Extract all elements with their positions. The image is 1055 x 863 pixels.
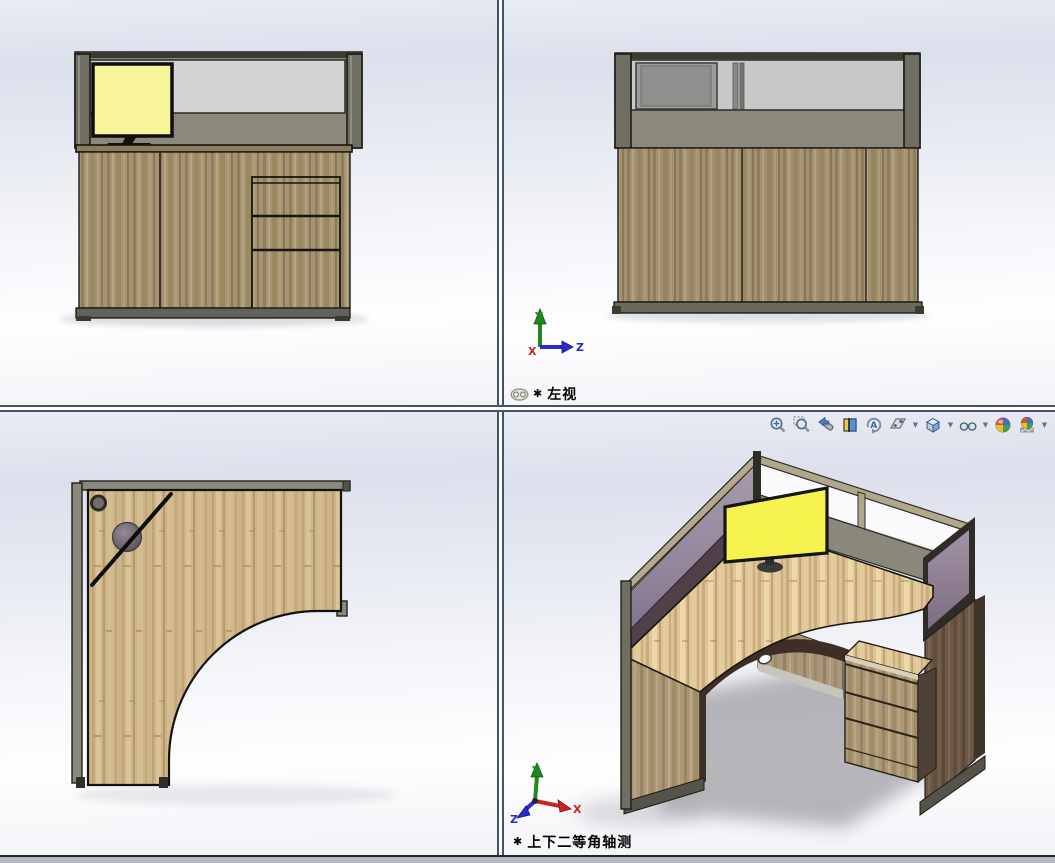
section-view-icon[interactable]: [839, 414, 861, 436]
top-view-drawing[interactable]: [0, 412, 497, 855]
desk-surface-edge[interactable]: [75, 144, 353, 153]
zoom-to-area-icon[interactable]: [791, 414, 813, 436]
isometric-view-drawing[interactable]: Y X Z: [504, 412, 1055, 855]
view-orientation-dropdown[interactable]: ▼: [911, 414, 920, 436]
pedestal-side: [917, 667, 937, 784]
side-view-drawing[interactable]: [0, 0, 497, 405]
coordinate-triad: Y X Z: [510, 761, 582, 826]
coordinate-triad: Y Z X: [528, 307, 584, 358]
base-rail[interactable]: [612, 301, 924, 314]
front-post: [620, 580, 632, 810]
rotate-view-icon[interactable]: A: [863, 414, 885, 436]
y-axis-label: Y: [531, 764, 541, 777]
viewport-label-left-view: ✱ 左视: [510, 384, 577, 404]
drawer-pedestal[interactable]: [844, 655, 937, 784]
floor-shadow: [75, 785, 395, 805]
viewport-divider-vertical[interactable]: [497, 0, 504, 855]
previous-view-icon[interactable]: [815, 414, 837, 436]
z-axis-label: Z: [576, 341, 584, 354]
left-view-drawing[interactable]: Y Z X: [504, 0, 1055, 405]
y-axis-label: Y: [534, 310, 544, 323]
x-axis-label: X: [573, 803, 582, 816]
x-axis-arrow: [557, 799, 572, 813]
cad-multi-viewport: Y Z X Y X Z ✱ 左视 ✱ 上下二等角轴测 A ▼ ▼ ▼ ▼: [0, 0, 1055, 863]
partition-post-left[interactable]: [74, 53, 91, 149]
apply-scene-dropdown[interactable]: ▼: [1040, 414, 1049, 436]
svg-text:A: A: [870, 421, 877, 431]
partition-post-right[interactable]: [346, 53, 363, 149]
hide-show-items-icon[interactable]: [957, 414, 979, 436]
z-axis-label: Z: [510, 813, 518, 826]
drawer-pedestal[interactable]: [251, 176, 341, 314]
partition-panel[interactable]: [614, 52, 921, 149]
hide-show-items-dropdown[interactable]: ▼: [981, 414, 990, 436]
viewport-label-isometric: ✱ 上下二等角轴测: [513, 832, 632, 852]
monitor-screen[interactable]: [91, 62, 174, 138]
display-style-icon[interactable]: [922, 414, 944, 436]
viewport-divider-horizontal[interactable]: [0, 405, 1055, 412]
view-name-text: 上下二等角轴测: [527, 835, 633, 851]
view-name-text: 左视: [547, 387, 578, 403]
x-axis-label: X: [528, 345, 537, 358]
lower-wood-panel[interactable]: [617, 147, 919, 303]
window-bottom-edge: [0, 855, 1055, 863]
frame-foot-right: [159, 777, 168, 788]
view-orientation-icon[interactable]: [887, 414, 909, 436]
monitor-stand-pole: [732, 62, 739, 110]
display-style-dropdown[interactable]: ▼: [946, 414, 955, 436]
monitor[interactable]: [91, 62, 174, 147]
apply-scene-icon[interactable]: [1016, 414, 1038, 436]
edit-appearance-icon[interactable]: [992, 414, 1014, 436]
glass-mullion: [857, 491, 866, 530]
link-icon: [510, 387, 529, 401]
partition-post-right[interactable]: [903, 53, 921, 149]
grommet-hole[interactable]: [90, 494, 107, 512]
partition-post-left[interactable]: [614, 53, 632, 149]
frame-foot-left: [76, 777, 85, 788]
heads-up-view-toolbar: A ▼ ▼ ▼ ▼: [765, 412, 1051, 438]
z-axis-arrow: [561, 340, 574, 354]
zoom-to-fit-icon[interactable]: [767, 414, 789, 436]
